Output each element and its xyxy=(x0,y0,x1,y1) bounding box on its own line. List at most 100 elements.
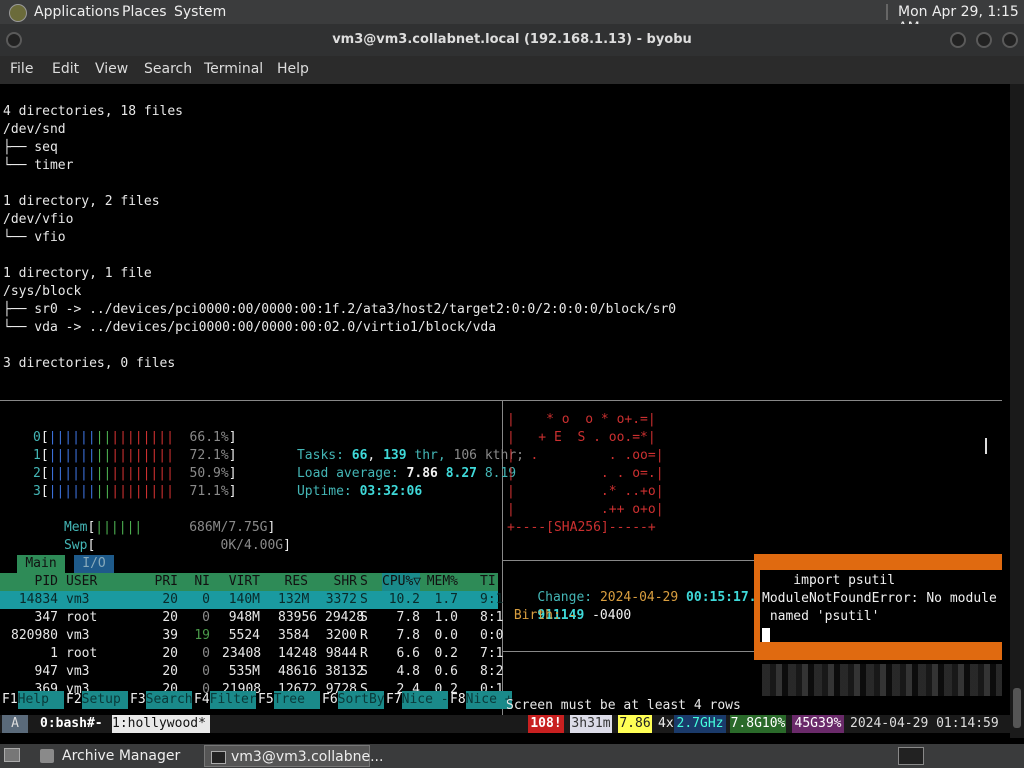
scrollbar-thumb[interactable] xyxy=(1013,688,1021,728)
function-key-f6[interactable]: F6SortBy xyxy=(322,691,385,709)
table-cell: 8:1 xyxy=(480,610,504,625)
menu-file[interactable]: File xyxy=(10,61,33,77)
error-popup: import psutil ModuleNotFoundError: No mo… xyxy=(754,554,1002,660)
table-cell: root xyxy=(66,610,98,625)
column-header[interactable]: NI xyxy=(192,573,210,591)
table-cell: 947 xyxy=(34,664,58,679)
terminal-line: ├── sr0 -> ../devices/pci0000:00/0000:00… xyxy=(3,302,677,317)
table-row[interactable]: 14834 vm3 20 0 140M 132M 3372 S 10.2 1.7 9:1 xyxy=(0,591,504,609)
column-header[interactable]: PRI xyxy=(152,573,178,591)
table-cell: 20 xyxy=(162,592,178,607)
popup-line-1: import psutil xyxy=(762,573,896,588)
htop-pane: 0[|||||||||||||||| 66.1%] 1[|||||||||||||… xyxy=(0,401,524,718)
table-cell: S xyxy=(360,592,368,607)
randomart-line: | .++ o+o| xyxy=(507,502,664,517)
table-cell: R xyxy=(360,646,368,661)
menu-search[interactable]: Search xyxy=(144,61,192,77)
places-menu[interactable]: Places xyxy=(122,4,167,20)
terminal-line: /dev/snd xyxy=(3,122,66,137)
function-key-f3[interactable]: F3Search xyxy=(130,691,193,709)
randomart-line: | + E S . oo.=*| xyxy=(507,430,656,445)
column-header[interactable]: S xyxy=(360,573,372,591)
table-cell: 5524 xyxy=(228,628,260,643)
menu-help[interactable]: Help xyxy=(277,61,309,77)
column-header[interactable]: CPU%▽ xyxy=(382,573,421,591)
table-row[interactable]: 820980 vm3 39 19 5524 3584 3200 R 7.8 0.0 0:0 xyxy=(0,627,504,645)
table-cell: 1.0 xyxy=(434,610,458,625)
terminal-area[interactable]: 4 directories, 18 files/dev/snd ├── seq └─… xyxy=(0,84,1010,738)
foot-icon[interactable] xyxy=(9,4,27,22)
terminal-scrollbar[interactable] xyxy=(1010,84,1024,738)
terminal-line: └── vfio xyxy=(3,230,66,245)
column-header[interactable]: SHR xyxy=(325,573,357,591)
column-header[interactable]: TI xyxy=(480,573,498,591)
window-titlebar[interactable]: vm3@vm3.collabnet.local (192.168.1.13) -… xyxy=(0,24,1024,56)
workspace-switcher[interactable] xyxy=(898,747,924,765)
randomart-line: +----[SHA256]-----+ xyxy=(507,520,656,535)
menu-view[interactable]: View xyxy=(95,61,128,77)
close-button[interactable] xyxy=(1002,32,1018,48)
table-cell: 0.2 xyxy=(434,646,458,661)
tab-main[interactable]: Main xyxy=(17,555,65,573)
cpu-meter: 2[|||||||||||||||| 50.9%] xyxy=(33,466,237,481)
function-key-f2[interactable]: F2Setup xyxy=(66,691,128,709)
table-cell: R xyxy=(360,628,368,643)
table-cell: 0:0 xyxy=(480,628,504,643)
pane-divider-stat xyxy=(503,651,755,652)
show-desktop-icon[interactable] xyxy=(4,748,20,762)
popup-line-2: ModuleNotFoundError: No module xyxy=(762,591,997,606)
cpu-meter: 3[|||||||||||||||| 71.1%] xyxy=(33,484,237,499)
uptime-badge: 3h31m xyxy=(570,715,612,733)
tab-io[interactable]: I/O xyxy=(74,555,114,573)
column-header[interactable]: VIRT xyxy=(222,573,260,591)
column-header[interactable]: PID xyxy=(8,573,58,591)
window-tab-0[interactable]: 0:bash#- xyxy=(40,715,103,733)
applications-menu[interactable]: Applications xyxy=(34,4,120,20)
table-cell: 20 xyxy=(162,646,178,661)
table-cell: 29428 xyxy=(325,610,365,625)
table-cell: 9:1 xyxy=(480,592,504,607)
table-cell: 535M xyxy=(228,664,260,679)
terminal-line: ├── seq xyxy=(3,140,58,155)
function-key-f5[interactable]: F5Tree xyxy=(258,691,320,709)
table-cell: 9844 xyxy=(325,646,357,661)
cpu-freq-badge: 2.7GHz xyxy=(674,715,726,733)
uptime-stat: Uptime: 03:32:06 xyxy=(296,484,423,499)
menu-edit[interactable]: Edit xyxy=(52,61,79,77)
randomart-line: | . . .oo=| xyxy=(507,448,664,463)
system-menu[interactable]: System xyxy=(174,4,226,20)
table-cell: S xyxy=(360,610,368,625)
table-cell: 0 xyxy=(202,592,210,607)
maximize-button[interactable] xyxy=(976,32,992,48)
cpu-meter: 0[|||||||||||||||| 66.1%] xyxy=(33,430,237,445)
taskbar-item-terminal[interactable]: vm3@vm3.collabne... xyxy=(204,745,383,767)
table-cell: 948M xyxy=(228,610,260,625)
byobu-status-bar: A 0:bash#- 1:hollywood* 108! 3h31m 7.86 … xyxy=(0,715,1010,733)
table-cell: 7.8 xyxy=(396,628,420,643)
table-cell: 7:1 xyxy=(480,646,504,661)
function-key-f4[interactable]: F4Filter xyxy=(194,691,257,709)
table-cell: S xyxy=(360,664,368,679)
minimize-button[interactable] xyxy=(950,32,966,48)
cpu-count: 4x xyxy=(658,716,674,731)
table-row[interactable]: 1 root 20 0 23408 14248 9844 R 6.6 0.2 7:1 xyxy=(0,645,504,663)
table-row[interactable]: 347 root 20 0 948M 83956 29428 S 7.8 1.0 8:1 xyxy=(0,609,504,627)
terminal-menubar: File Edit View Search Terminal Help xyxy=(0,56,1024,84)
table-cell: 4.8 xyxy=(396,664,420,679)
column-header[interactable]: RES xyxy=(278,573,308,591)
function-key-f8[interactable]: F8Nice + xyxy=(450,691,513,709)
menu-terminal[interactable]: Terminal xyxy=(204,61,263,77)
column-header[interactable]: USER xyxy=(66,573,146,591)
table-cell: 0 xyxy=(202,664,210,679)
updates-badge: 108! xyxy=(528,715,564,733)
function-key-f7[interactable]: F7Nice - xyxy=(386,691,449,709)
table-cell: 14834 xyxy=(18,592,58,607)
table-row[interactable]: 947 vm3 20 0 535M 48616 38132 S 4.8 0.6 8:2 xyxy=(0,663,504,681)
function-key-f1[interactable]: F1Help xyxy=(2,691,64,709)
popup-line-3: named 'psutil' xyxy=(762,609,880,624)
column-header[interactable]: MEM% xyxy=(426,573,458,591)
table-cell: 23408 xyxy=(222,646,262,661)
terminal-line: 4 directories, 18 files xyxy=(3,104,184,119)
taskbar-item-archive-manager[interactable]: Archive Manager xyxy=(36,745,196,767)
window-tab-1[interactable]: 1:hollywood* xyxy=(112,715,210,733)
